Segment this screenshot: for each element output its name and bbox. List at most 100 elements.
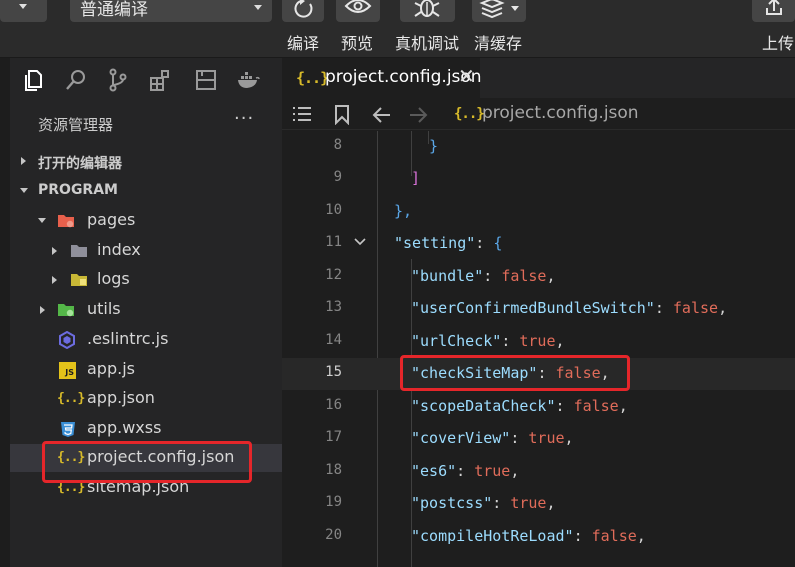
- preview-button[interactable]: [336, 0, 380, 22]
- tree-item-pages[interactable]: pages: [10, 207, 282, 235]
- upload-icon: [766, 0, 782, 15]
- folder-utils-icon: [58, 304, 74, 317]
- arrow-left-icon[interactable]: [372, 107, 392, 123]
- compile-mode-select[interactable]: 普通编译: [70, 0, 272, 22]
- json-key: "scopeDataCheck": [411, 397, 556, 415]
- json-icon: {..}: [57, 480, 85, 495]
- files-icon[interactable]: [22, 68, 46, 92]
- code-text: ]: [411, 169, 421, 187]
- upload-label[interactable]: 上传: [762, 30, 794, 54]
- list-icon[interactable]: [292, 105, 312, 123]
- code-line: 20 "compileHotReLoad": false,: [282, 521, 795, 553]
- search-icon[interactable]: [64, 68, 88, 92]
- chevron-right-icon: [52, 247, 57, 255]
- code-area[interactable]: 8 } 9 ] 10 }, 11 "setting": { 12 "bundle…: [282, 131, 795, 567]
- tree-item-index[interactable]: index: [10, 237, 282, 265]
- json-value: true: [528, 429, 565, 447]
- css3-icon: [61, 422, 75, 437]
- line-number: 18: [325, 462, 342, 478]
- sidebar-edge: [0, 58, 10, 567]
- code-line-current: 15 "checkSiteMap": false,: [282, 358, 795, 390]
- bookmark-icon[interactable]: [334, 105, 350, 125]
- code-line: 13 "userConfirmedBundleSwitch": false,: [282, 293, 795, 325]
- preview-label[interactable]: 预览: [341, 30, 373, 54]
- explorer-sidebar: 资源管理器 ··· 打开的编辑器 PROGRAM pages index log…: [0, 58, 282, 567]
- json-colon: :: [501, 332, 520, 350]
- menu-button[interactable]: [0, 0, 47, 22]
- clear-cache-button[interactable]: [472, 0, 526, 22]
- code-line: 16 "scopeDataCheck": false,: [282, 391, 795, 423]
- line-number: 19: [325, 494, 342, 510]
- device-debug-button[interactable]: [400, 0, 455, 22]
- tree-item-label: app.wxss: [87, 418, 162, 437]
- json-key: "setting": [394, 234, 476, 252]
- json-colon: :: [475, 234, 494, 252]
- tree-item-label: sitemap.json: [87, 477, 190, 496]
- json-brace: {: [493, 234, 503, 252]
- project-label: PROGRAM: [38, 182, 118, 198]
- chevron-right-icon: [40, 306, 45, 314]
- tree-item-project-config-json[interactable]: {..} project.config.json: [10, 444, 282, 472]
- fold-chevron-icon[interactable]: [353, 233, 367, 251]
- tree-item-utils[interactable]: utils: [10, 296, 282, 324]
- json-value: false: [501, 267, 547, 285]
- menu-caret-icon: [19, 4, 27, 9]
- compile-button[interactable]: [282, 0, 324, 22]
- refresh-icon: [294, 0, 313, 18]
- tree-item-label: logs: [97, 269, 130, 288]
- arrow-right-icon[interactable]: [408, 107, 428, 123]
- json-value: false: [555, 364, 601, 382]
- chevron-down-icon: [20, 188, 28, 193]
- clear-cache-label[interactable]: 清缓存: [474, 30, 522, 54]
- extensions-icon[interactable]: [148, 68, 172, 92]
- json-value: true: [474, 462, 511, 480]
- tree-item-app-wxss[interactable]: app.wxss: [10, 415, 282, 443]
- code-line: 10 },: [282, 196, 795, 228]
- project-section[interactable]: PROGRAM: [10, 178, 282, 204]
- breadcrumb-file[interactable]: project.config.json: [482, 103, 639, 123]
- compile-label[interactable]: 编译: [287, 30, 319, 54]
- json-comma: ,: [618, 397, 628, 415]
- json-key: "bundle": [411, 267, 484, 285]
- tree-item-sitemap-json[interactable]: {..} sitemap.json: [10, 474, 282, 502]
- compile-mode-value: 普通编译: [80, 0, 148, 20]
- tab-project-config-json[interactable]: {..} project.config.json ✕: [282, 58, 482, 98]
- docker-icon[interactable]: [236, 68, 260, 92]
- upload-button[interactable]: [752, 0, 795, 22]
- chevron-right-icon: [52, 276, 57, 284]
- tree-item-app-js[interactable]: JS app.js: [10, 356, 282, 384]
- tree-item-app-json[interactable]: {..} app.json: [10, 385, 282, 413]
- layers-icon: [479, 0, 519, 19]
- close-icon[interactable]: ✕: [458, 64, 475, 88]
- open-editors-section[interactable]: 打开的编辑器: [10, 149, 282, 175]
- chevron-right-icon: [21, 157, 26, 165]
- json-key: "checkSiteMap": [411, 364, 538, 382]
- json-comma: ,: [636, 527, 646, 545]
- tree-item-label: utils: [87, 299, 121, 318]
- json-icon: {..}: [57, 450, 85, 465]
- storage-icon[interactable]: [194, 68, 218, 92]
- json-colon: :: [573, 527, 592, 545]
- tree-item-eslintrc[interactable]: .eslintrc.js: [10, 326, 282, 354]
- device-debug-label[interactable]: 真机调试: [395, 30, 459, 54]
- source-control-icon[interactable]: [106, 68, 130, 92]
- line-number: 8: [333, 137, 342, 153]
- code-editor: {..} project.config.json ✕ {..} project.…: [282, 58, 795, 567]
- json-key: "es6": [411, 462, 457, 480]
- more-actions-icon[interactable]: ···: [234, 108, 254, 129]
- tree-item-label: app.js: [87, 359, 135, 378]
- json-key: "userConfirmedBundleSwitch": [411, 299, 655, 317]
- json-colon: :: [510, 429, 529, 447]
- folder-icon: [71, 245, 87, 257]
- json-colon: :: [483, 267, 502, 285]
- code-line: 19 "postcss": true,: [282, 488, 795, 520]
- line-number: 15: [325, 364, 342, 380]
- tree-item-label: index: [97, 240, 141, 259]
- open-editors-label: 打开的编辑器: [38, 156, 122, 172]
- tree-item-logs[interactable]: logs: [10, 266, 282, 294]
- code-line: 18 "es6": true,: [282, 456, 795, 488]
- json-comma: ,: [555, 332, 565, 350]
- line-number: 10: [325, 202, 342, 218]
- json-colon: :: [555, 397, 574, 415]
- json-value: false: [591, 527, 637, 545]
